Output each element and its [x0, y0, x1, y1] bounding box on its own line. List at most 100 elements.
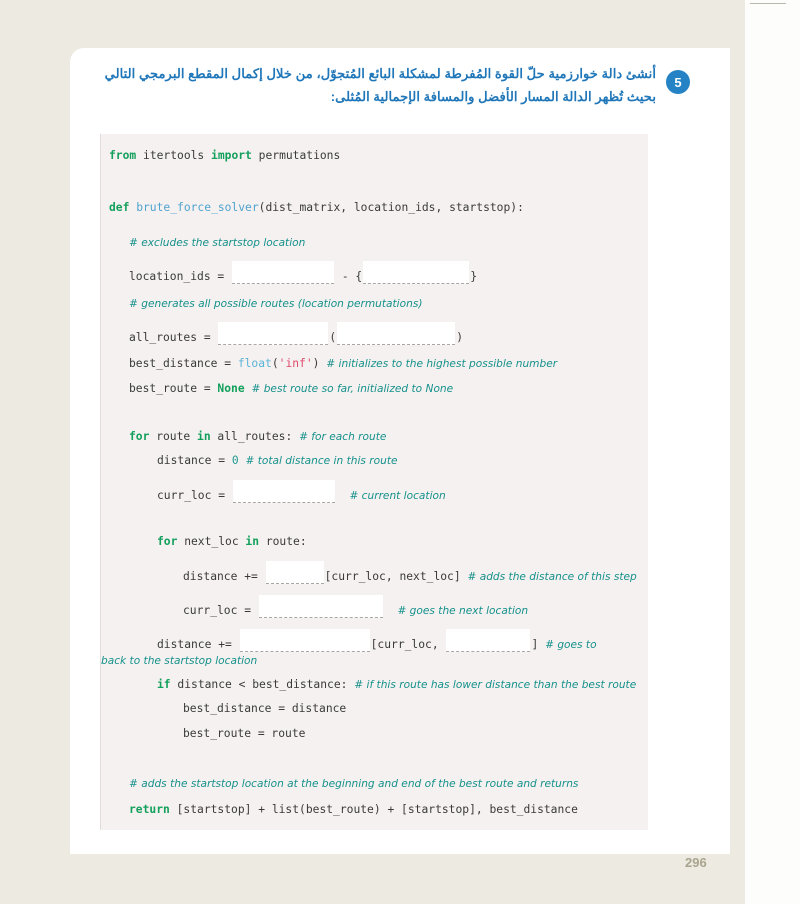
brace-close: }	[470, 270, 478, 284]
loop-var-next-loc: next_loc	[177, 535, 246, 549]
code-spacer	[101, 312, 648, 322]
function-name: brute_force_solver	[129, 201, 259, 215]
paren-open: (	[271, 357, 279, 371]
builtin-float: float	[237, 357, 272, 371]
code-line-best-distance-init: best_distance = float('inf') # initializ…	[101, 356, 648, 372]
keyword-from: from	[109, 149, 137, 162]
code-spacer	[101, 551, 648, 561]
comment-text: # current location	[349, 489, 446, 502]
question-text: أنشئ دالة خوارزمية حلّ القوة المُفرطة لم…	[104, 66, 656, 105]
code-spacer	[101, 445, 648, 453]
assignment-curr-loc: curr_loc =	[157, 488, 232, 502]
code-spacer	[101, 397, 648, 415]
code-spacer	[101, 286, 648, 296]
condition-expression: distance < best_distance:	[170, 677, 348, 691]
blank-input-3[interactable]	[218, 321, 329, 345]
keyword-if: if	[157, 677, 171, 691]
code-line-for-route: for route in all_routes: # for each rout…	[101, 429, 648, 445]
gutter-rule	[750, 3, 786, 4]
code-line-location-ids: location_ids = - {}	[101, 261, 648, 285]
code-spacer	[101, 504, 648, 522]
blank-input-5[interactable]	[232, 479, 335, 503]
keyword-return: return	[129, 803, 170, 817]
module-itertools: itertools	[136, 149, 212, 162]
code-line-for-next-loc: for next_loc in route:	[101, 534, 648, 550]
assignment-distance: distance =	[157, 454, 232, 468]
comment-text: # initializes to the highest possible nu…	[326, 358, 558, 371]
code-spacer	[101, 742, 648, 760]
blank-input-4[interactable]	[337, 321, 456, 345]
comment-text: # goes the next location	[397, 604, 529, 617]
paren-close: )	[456, 330, 464, 344]
operator-minus-brace: - {	[335, 270, 363, 284]
code-spacer	[101, 373, 648, 381]
question-number-badge: 5	[666, 70, 690, 94]
function-signature: (dist_matrix, location_ids, startstop):	[258, 201, 524, 215]
comment-text: # adds the startstop location at the beg…	[129, 778, 579, 791]
comment-text: # excludes the startstop location	[129, 236, 306, 249]
comment-text: # goes to	[545, 639, 597, 652]
blank-input-2[interactable]	[363, 261, 470, 285]
code-line-distance-return-leg: distance += [curr_loc, ] # goes to back t…	[101, 629, 648, 669]
keyword-in: in	[197, 430, 211, 443]
page-gutter-strip	[745, 0, 800, 904]
blank-input-1[interactable]	[232, 261, 335, 285]
code-spacer	[101, 792, 648, 802]
keyword-for: for	[157, 535, 178, 549]
comment-text: # best route so far, initialized to None	[251, 382, 454, 395]
keyword-def: def	[109, 201, 130, 215]
assignment-statement: best_route = route	[183, 726, 306, 740]
code-spacer	[101, 415, 648, 429]
comment-text: # if this route has lower distance than …	[354, 678, 637, 691]
assignment-curr-loc: curr_loc =	[183, 603, 258, 617]
comment-text-wrapped: back to the startstop location	[101, 654, 258, 667]
code-comment-generates: # generates all possible routes (locatio…	[101, 296, 648, 312]
loop-var-route: route	[149, 430, 198, 443]
code-line-best-route-init: best_route = None # best route so far, i…	[101, 381, 648, 397]
number-zero: 0	[231, 454, 239, 468]
augassign-distance: distance +=	[157, 638, 239, 652]
page-number: 296	[685, 855, 707, 870]
code-line-def: def brute_force_solver(dist_matrix, loca…	[101, 200, 648, 216]
code-line-import: from itertools import permutations	[101, 148, 648, 164]
blank-input-7[interactable]	[258, 594, 383, 618]
code-spacer	[101, 470, 648, 480]
code-line-return: return [startstop] + list(best_route) + …	[101, 802, 648, 818]
string-inf: 'inf'	[278, 357, 313, 371]
code-comment-excludes: # excludes the startstop location	[101, 235, 648, 251]
code-line-distance-add-step: distance += [curr_loc, next_loc] # adds …	[101, 560, 648, 585]
code-line-all-routes: all_routes = ()	[101, 321, 648, 346]
comment-text: # generates all possible routes (locatio…	[129, 297, 423, 310]
blank-input-8[interactable]	[239, 629, 370, 653]
code-spacer	[101, 693, 648, 701]
assignment-all-routes: all_routes =	[129, 330, 218, 344]
loop-iterable: route:	[259, 535, 307, 549]
code-spacer	[101, 718, 648, 726]
name-permutations: permutations	[251, 149, 341, 162]
code-spacer	[101, 251, 648, 261]
assignment-best-distance: best_distance =	[129, 357, 238, 371]
code-spacer	[101, 164, 648, 182]
code-spacer	[101, 217, 648, 235]
comment-text: # adds the distance of this step	[467, 570, 637, 583]
question-header: 5 أنشئ دالة خوارزمية حلّ القوة المُفرطة …	[70, 62, 690, 108]
blank-input-9[interactable]	[446, 629, 531, 653]
code-spacer	[101, 182, 648, 200]
keyword-for: for	[129, 430, 150, 443]
index-expression: [curr_loc, next_loc]	[324, 569, 461, 583]
code-spacer	[101, 346, 648, 356]
blank-input-6[interactable]	[265, 560, 324, 584]
code-line-curr-loc-update: curr_loc = # goes the next location	[101, 594, 648, 619]
assignment-best-route: best_route =	[129, 381, 218, 395]
keyword-import: import	[211, 149, 252, 162]
comment-text: # for each route	[299, 431, 387, 443]
assignment-statement: best_distance = distance	[183, 702, 347, 716]
augassign-distance: distance +=	[183, 569, 265, 583]
code-line-distance-init: distance = 0 # total distance in this ro…	[101, 453, 648, 469]
loop-iterable: all_routes:	[210, 430, 293, 443]
comment-text: # total distance in this route	[245, 455, 398, 468]
code-spacer	[101, 760, 648, 776]
code-comment-adds-startstop: # adds the startstop location at the beg…	[101, 776, 648, 792]
code-spacer	[101, 522, 648, 534]
code-line-curr-loc-init: curr_loc = # current location	[101, 479, 648, 504]
